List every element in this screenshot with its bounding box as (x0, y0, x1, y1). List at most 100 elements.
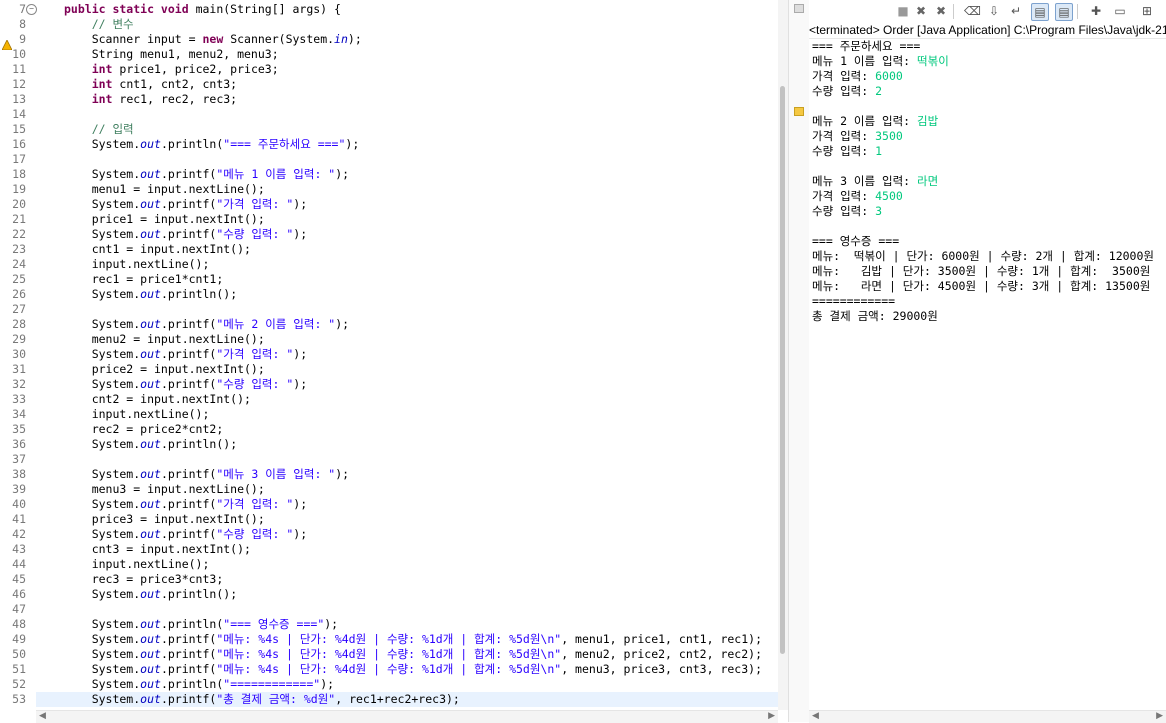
code-area[interactable]: public static void main(String[] args) {… (36, 0, 788, 710)
console-line: === 영수증 === (812, 234, 1154, 249)
warning-icon[interactable] (1, 35, 13, 51)
code-line[interactable]: System.out.printf("가격 입력: "); (64, 197, 307, 212)
editor-horizontal-scrollbar[interactable]: ◀ ▶ (36, 710, 778, 723)
code-line[interactable]: rec3 = price3*cnt3; (64, 572, 224, 587)
console-line: 메뉴 3 이름 입력: 라면 (812, 174, 1154, 189)
code-token: ); (335, 167, 350, 181)
code-token: , rec1+rec2+rec3); (335, 692, 460, 706)
code-line[interactable]: input.nextLine(); (64, 257, 210, 272)
code-token: System. (64, 437, 141, 451)
code-line[interactable]: System.out.printf("메뉴: %4s | 단가: %4d원 | … (64, 632, 762, 647)
console-scroll-right-icon[interactable]: ▶ (1156, 711, 1163, 721)
code-line[interactable]: String menu1, menu2, menu3; (64, 47, 279, 62)
terminate-icon[interactable]: ■ (895, 3, 911, 19)
line-number: 12 (12, 77, 26, 91)
code-line[interactable]: // 변수 (64, 17, 134, 32)
overview-ruler[interactable] (788, 0, 810, 722)
code-token: .println(); (160, 437, 238, 451)
code-line[interactable]: menu1 = input.nextLine(); (64, 182, 265, 197)
code-line[interactable]: rec1 = price1*cnt1; (64, 272, 224, 287)
code-line[interactable]: menu3 = input.nextLine(); (64, 482, 265, 497)
code-line[interactable]: // 입력 (64, 122, 134, 137)
warning-marker-icon[interactable] (794, 107, 804, 116)
code-line[interactable]: System.out.println("=== 영수증 ==="); (64, 617, 338, 632)
code-line[interactable]: price1 = input.nextInt(); (64, 212, 265, 227)
console-launch-label: <terminated> Order [Java Application] C:… (809, 23, 1166, 39)
code-token: out (140, 287, 161, 301)
code-line[interactable]: System.out.println("============"); (64, 677, 334, 692)
code-line[interactable]: input.nextLine(); (64, 557, 210, 572)
code-line[interactable]: int cnt1, cnt2, cnt3; (64, 77, 237, 92)
code-token: ); (324, 617, 339, 631)
code-line[interactable]: input.nextLine(); (64, 407, 210, 422)
code-line[interactable]: System.out.printf("수량 입력: "); (64, 377, 307, 392)
code-token: System. (64, 662, 141, 676)
code-line[interactable]: System.out.printf("수량 입력: "); (64, 527, 307, 542)
code-line[interactable]: System.out.printf("메뉴 3 이름 입력: "); (64, 467, 349, 482)
code-line[interactable]: Scanner input = new Scanner(System.in); (64, 32, 362, 47)
code-line[interactable]: System.out.printf("수량 입력: "); (64, 227, 307, 242)
overview-ruler-top-marker[interactable] (794, 4, 804, 13)
code-line[interactable]: rec2 = price2*cnt2; (64, 422, 224, 437)
code-token: .printf( (160, 197, 217, 211)
code-line[interactable]: cnt3 = input.nextInt(); (64, 542, 251, 557)
code-line[interactable]: System.out.printf("총 결제 금액: %d원", rec1+r… (64, 692, 460, 707)
code-editor[interactable]: 7−8 9 10 11 12 13 14 15 16 17 18 19 20 21 22 23 24 25 26 27… (0, 0, 788, 723)
code-line[interactable]: menu2 = input.nextLine(); (64, 332, 265, 347)
editor-scroll-thumb[interactable] (780, 86, 785, 654)
pin-console-icon[interactable]: ✚ (1088, 3, 1104, 19)
line-number: 51 (12, 662, 26, 676)
code-line[interactable]: System.out.println(); (64, 437, 237, 452)
code-token: ); (293, 497, 308, 511)
toolbar-separator (1077, 4, 1078, 19)
console-output[interactable]: === 주문하세요 === 메뉴 1 이름 입력: 떡볶이 가격 입력: 6000 수… (812, 39, 1154, 324)
console-line: 총 결제 금액: 29000원 (812, 309, 1154, 324)
code-line[interactable]: public static void main(String[] args) { (64, 2, 341, 17)
line-number: 19 (12, 182, 26, 196)
open-console-icon[interactable]: ⊞ (1139, 3, 1155, 19)
code-token: .printf( (160, 467, 217, 481)
line-number: 40 (12, 497, 26, 511)
code-token: out (140, 437, 161, 451)
scroll-lock-icon[interactable]: ⇩ (986, 3, 1002, 19)
code-line[interactable]: System.out.printf("메뉴 2 이름 입력: "); (64, 317, 349, 332)
code-line[interactable]: cnt1 = input.nextInt(); (64, 242, 251, 257)
clear-console-icon[interactable]: ⌫ (964, 3, 981, 19)
code-token: public static void (64, 2, 196, 16)
code-token: out (140, 632, 161, 646)
line-number: 24 (12, 257, 26, 271)
code-token: out (140, 677, 161, 691)
code-token: System. (64, 467, 141, 481)
scroll-left-arrow-icon[interactable]: ◀ (39, 711, 46, 721)
code-token: out (140, 647, 161, 661)
scroll-right-arrow-icon[interactable]: ▶ (768, 711, 775, 721)
code-line[interactable]: cnt2 = input.nextInt(); (64, 392, 251, 407)
console-scroll-left-icon[interactable]: ◀ (812, 711, 819, 721)
code-line[interactable]: int rec1, rec2, rec3; (64, 92, 237, 107)
show-on-stdout-icon[interactable]: ▤ (1031, 3, 1049, 21)
code-line[interactable]: System.out.printf("메뉴: %4s | 단가: %4d원 | … (64, 647, 762, 662)
editor-vertical-scrollbar[interactable] (778, 0, 788, 710)
code-line[interactable]: System.out.printf("가격 입력: "); (64, 497, 307, 512)
code-line[interactable]: System.out.printf("메뉴: %4s | 단가: %4d원 | … (64, 662, 762, 677)
code-line[interactable]: System.out.println("=== 주문하세요 ==="); (64, 137, 360, 152)
word-wrap-icon[interactable]: ↵ (1008, 3, 1024, 19)
code-line[interactable]: System.out.println(); (64, 287, 237, 302)
code-line[interactable]: System.out.printf("가격 입력: "); (64, 347, 307, 362)
remove-all-launches-icon[interactable]: ✖ (933, 3, 949, 19)
code-token: input.nextLine(); (64, 557, 210, 571)
code-token: price1 = input.nextInt(); (64, 212, 265, 226)
console-horizontal-scrollbar[interactable]: ◀ ▶ (809, 710, 1166, 723)
code-line[interactable]: int price1, price2, price3; (64, 62, 279, 77)
code-line[interactable]: price3 = input.nextInt(); (64, 512, 265, 527)
display-console-icon[interactable]: ▭ (1112, 3, 1128, 19)
console-text: 메뉴: 떡볶이 | 단가: 6000원 | 수량: 2개 | 합계: 12000… (812, 249, 1154, 263)
show-on-stderr-icon[interactable]: ▤ (1055, 3, 1073, 21)
code-token: System. (64, 587, 141, 601)
code-line[interactable]: System.out.printf("메뉴 1 이름 입력: "); (64, 167, 349, 182)
code-line[interactable]: System.out.println(); (64, 587, 237, 602)
code-token: in (334, 32, 348, 46)
code-line[interactable]: price2 = input.nextInt(); (64, 362, 265, 377)
remove-launch-icon[interactable]: ✖ (913, 3, 929, 19)
